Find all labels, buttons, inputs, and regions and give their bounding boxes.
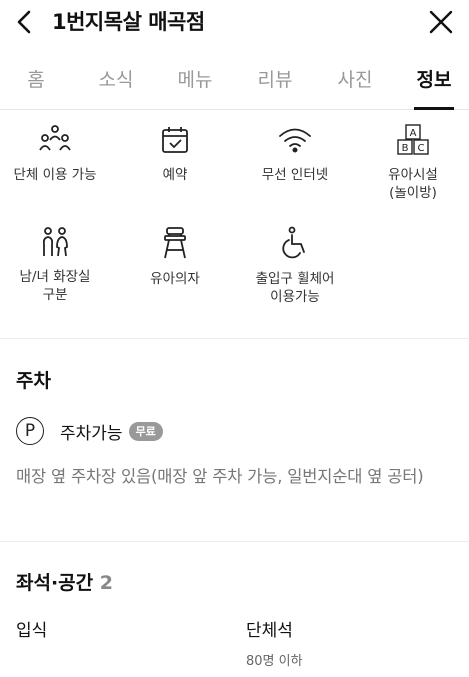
svg-text:B: B (402, 143, 409, 154)
parking-icon-letter: P (24, 421, 36, 441)
page-title: 1번지목살 매곡점 (52, 10, 205, 34)
seat-name: 입식 (16, 621, 48, 641)
group-icon (39, 125, 71, 151)
divider (0, 338, 469, 339)
amenity-label: 남/녀 화장실 구분 (19, 269, 91, 303)
parking-label: 주차가능 (60, 423, 123, 444)
seat-name: 단체석 (246, 621, 293, 641)
wifi-icon (279, 128, 311, 153)
back-button[interactable] (10, 7, 40, 37)
parking-section-title: 주차 (16, 370, 51, 392)
tab-reviews[interactable]: 리뷰 (240, 58, 310, 110)
tab-bar: 홈 소식 메뉴 리뷰 사진 정보 (0, 58, 469, 110)
amenity-group: 단체 이용 가능 (0, 124, 110, 184)
tab-menu[interactable]: 메뉴 (160, 58, 230, 110)
abc-blocks-icon: A B C (397, 124, 429, 155)
divider (0, 541, 469, 542)
parking-row: P 주차가능 무료 (16, 416, 163, 446)
amenity-wifi: 무선 인터넷 (240, 124, 350, 184)
amenity-label: 단체 이용 가능 (13, 167, 97, 183)
amenity-label: 유아의자 (150, 271, 200, 287)
seating-title-text: 좌석·공간 (16, 572, 94, 594)
restroom-icon (42, 227, 68, 257)
seat-item: 단체석 80명 이하 (246, 616, 303, 669)
tab-photos[interactable]: 사진 (320, 58, 390, 110)
chevron-left-icon (17, 10, 31, 34)
parking-icon: P (16, 417, 44, 445)
amenity-label: 출입구 휠체어 이용가능 (255, 271, 335, 305)
amenity-restroom: 남/녀 화장실 구분 (0, 226, 110, 304)
amenity-label: 예약 (162, 167, 188, 183)
amenity-wheelchair: 출입구 휠체어 이용가능 (240, 226, 350, 306)
amenity-label: 유아시설 (놀이방) (388, 167, 438, 201)
tab-info[interactable]: 정보 (399, 58, 469, 110)
tab-news[interactable]: 소식 (81, 58, 151, 110)
svg-text:A: A (410, 128, 417, 139)
amenity-reservation: 예약 (120, 124, 230, 184)
amenity-label: 무선 인터넷 (261, 167, 329, 183)
seating-section-title: 좌석·공간 2 (16, 568, 113, 595)
seat-capacity: 80명 이하 (246, 654, 303, 669)
parking-description: 매장 옆 주차장 있음(매장 앞 주차 가능, 일번지순대 옆 공터) (16, 467, 424, 486)
tab-home[interactable]: 홈 (1, 58, 71, 110)
amenity-kids-room: A B C 유아시설 (놀이방) (358, 124, 468, 202)
header: 1번지목살 매곡점 (0, 0, 469, 48)
seating-count: 2 (99, 572, 113, 594)
free-badge: 무료 (128, 421, 163, 441)
svg-text:C: C (418, 143, 425, 154)
wheelchair-icon (282, 226, 305, 259)
close-icon (429, 10, 453, 34)
high-chair-icon (164, 227, 186, 259)
calendar-check-icon (162, 127, 188, 153)
seat-item: 입식 (16, 616, 47, 641)
amenity-high-chair: 유아의자 (120, 226, 230, 288)
close-button[interactable] (427, 8, 455, 36)
